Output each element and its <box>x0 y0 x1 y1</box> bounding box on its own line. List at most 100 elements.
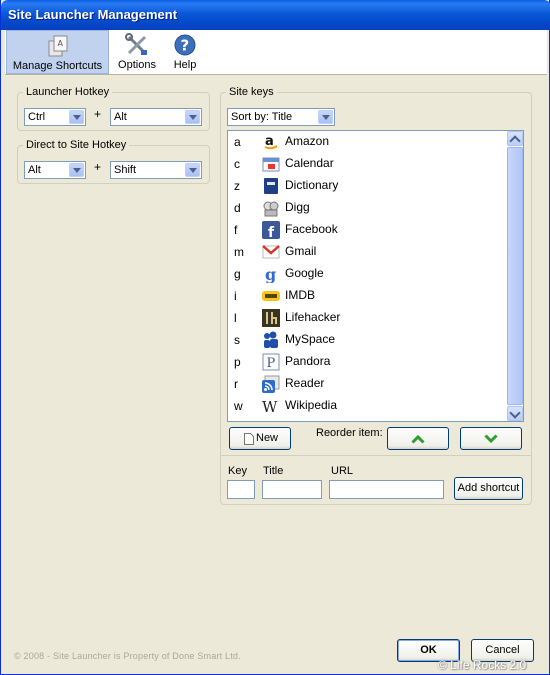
item-title: Calendar <box>285 156 334 170</box>
item-key: p <box>234 355 241 369</box>
svg-text:A: A <box>57 39 63 48</box>
url-input[interactable] <box>329 480 444 499</box>
arrow-down-icon <box>484 434 498 444</box>
amazon-icon: a <box>262 133 280 151</box>
item-title: Google <box>285 266 324 280</box>
gmail-icon <box>262 245 280 259</box>
item-key: i <box>234 289 237 303</box>
manage-shortcuts-icon: A <box>48 35 67 57</box>
new-document-icon <box>244 433 254 445</box>
item-key: g <box>234 267 241 281</box>
manage-shortcuts-button[interactable]: A Manage Shortcuts <box>6 30 109 74</box>
list-scrollbar[interactable] <box>507 131 523 421</box>
launcher-modifier1-value: Ctrl <box>28 111 46 123</box>
direct-modifier1-value: Alt <box>28 164 41 176</box>
facebook-icon: f <box>262 221 280 239</box>
list-item[interactable]: s MySpace <box>228 329 508 351</box>
key-input[interactable] <box>227 480 255 499</box>
manage-shortcuts-label: Manage Shortcuts <box>12 60 103 72</box>
site-launcher-window: Site Launcher Management A Manage Shortc… <box>0 0 550 675</box>
svg-text:W: W <box>262 398 278 415</box>
launcher-plus: + <box>94 107 102 121</box>
direct-hotkey-legend: Direct to Site Hotkey <box>26 139 127 151</box>
site-keys-list[interactable]: a a Amazon c Calendar z Dictionary d Dig… <box>227 130 524 422</box>
google-icon: g <box>265 265 276 283</box>
list-item[interactable]: c Calendar <box>228 153 508 175</box>
add-shortcut-button[interactable]: Add shortcut <box>454 477 523 500</box>
item-key: l <box>234 311 237 325</box>
list-item[interactable]: w W Wikipedia <box>228 395 508 417</box>
scroll-down-icon[interactable] <box>507 406 523 421</box>
direct-modifier1-select[interactable]: Alt <box>24 161 86 179</box>
help-button[interactable]: ? Help <box>165 30 205 74</box>
item-key: m <box>234 245 244 259</box>
help-label: Help <box>173 59 197 71</box>
move-up-button[interactable] <box>387 427 449 450</box>
item-key: a <box>234 135 241 149</box>
copyright-text: © 2008 - Site Launcher is Property of Do… <box>14 651 241 661</box>
calendar-icon <box>262 157 280 172</box>
title-bar[interactable]: Site Launcher Management <box>1 0 550 30</box>
options-label: Options <box>118 59 156 71</box>
item-title: Reader <box>285 376 325 390</box>
chevron-down-icon <box>318 110 333 124</box>
window-title: Site Launcher Management <box>8 7 178 22</box>
toolbar: A Manage Shortcuts Options ? Help <box>5 30 547 75</box>
move-down-button[interactable] <box>460 427 522 450</box>
chevron-down-icon <box>185 110 200 124</box>
wikipedia-icon: W <box>262 398 278 415</box>
chevron-down-icon <box>69 163 84 177</box>
launcher-hotkey-legend: Launcher Hotkey <box>26 86 110 98</box>
title-input[interactable] <box>262 480 322 499</box>
scroll-thumb[interactable] <box>507 147 523 405</box>
list-item[interactable]: p P Pandora <box>228 351 508 373</box>
list-item[interactable]: z Dictionary <box>228 175 508 197</box>
list-item[interactable]: g g Google <box>228 263 508 285</box>
reorder-label: Reorder item: <box>316 427 383 439</box>
list-item[interactable]: i IMDB <box>228 285 508 307</box>
imdb-icon <box>262 291 280 301</box>
site-keys-legend: Site keys <box>229 86 274 98</box>
sort-select[interactable]: Sort by: Title <box>227 108 335 126</box>
svg-text:f: f <box>268 225 275 239</box>
myspace-icon <box>264 331 278 348</box>
launcher-modifier2-value: Alt <box>114 111 127 123</box>
dictionary-icon <box>264 178 278 194</box>
item-key: s <box>234 333 240 347</box>
launcher-modifier2-select[interactable]: Alt <box>110 108 202 126</box>
watermark-text: © Life Rocks 2.0 <box>438 658 527 672</box>
svg-text:g: g <box>265 265 276 283</box>
lifehacker-icon <box>262 309 280 327</box>
list-item[interactable]: l Lifehacker <box>228 307 508 329</box>
svg-text:?: ? <box>181 37 190 55</box>
item-title: Facebook <box>285 222 338 236</box>
direct-modifier2-select[interactable]: Shift <box>110 161 202 179</box>
item-title: Pandora <box>285 354 331 368</box>
launcher-modifier1-select[interactable]: Ctrl <box>24 108 86 126</box>
arrow-up-icon <box>411 434 425 444</box>
item-title: Lifehacker <box>285 310 341 324</box>
digg-icon <box>263 201 279 217</box>
tools-icon <box>125 33 147 55</box>
list-item[interactable]: a a Amazon <box>228 131 508 153</box>
item-title: MySpace <box>285 332 336 346</box>
svg-text:P: P <box>267 356 276 371</box>
url-label: URL <box>331 465 354 477</box>
item-title: Amazon <box>285 134 330 148</box>
sort-value: Sort by: Title <box>231 111 293 123</box>
new-button[interactable]: New <box>229 427 291 450</box>
key-label: Key <box>228 465 247 477</box>
list-item[interactable]: m Gmail <box>228 241 508 263</box>
list-item[interactable]: r Reader <box>228 373 508 395</box>
scroll-up-icon[interactable] <box>507 131 523 146</box>
direct-plus: + <box>94 160 102 174</box>
item-key: d <box>234 201 241 215</box>
options-button[interactable]: Options <box>113 30 161 74</box>
divider <box>221 455 531 456</box>
list-item[interactable]: f f Facebook <box>228 219 508 241</box>
list-item[interactable]: d Digg <box>228 197 508 219</box>
pandora-icon: P <box>262 353 280 371</box>
chevron-down-icon <box>69 110 84 124</box>
help-icon: ? <box>174 34 196 56</box>
item-key: f <box>234 223 238 237</box>
